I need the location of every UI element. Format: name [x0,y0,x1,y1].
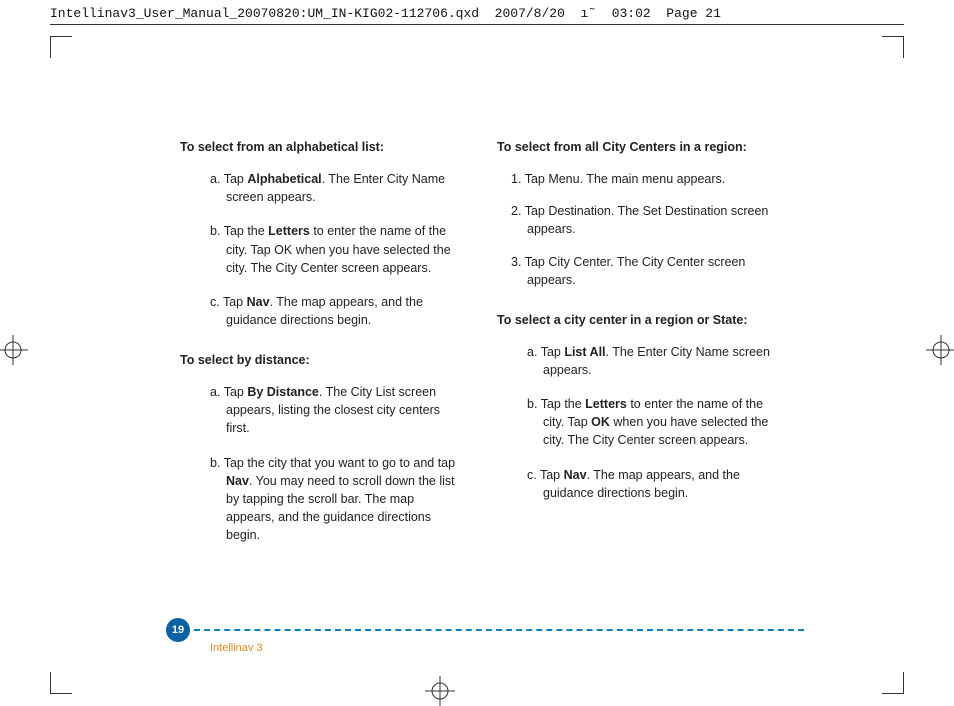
heading-region-state: To select a city center in a region or S… [497,311,774,329]
rstep-b: b. Tap the Letters to enter the name of … [527,395,774,449]
step-1: 1. Tap Menu. The main menu appears. [511,170,774,188]
page-number-badge: 19 [166,618,190,642]
left-column: To select from an alphabetical list: a. … [180,138,457,566]
region-steps: a. Tap List All. The Enter City Name scr… [497,343,774,502]
alpha-steps: a. Tap Alphabetical. The Enter City Name… [180,170,457,329]
crop-mark-top-right [882,36,904,58]
step-d-a: a. Tap By Distance. The City List screen… [210,383,457,437]
step-c: c. Tap Nav. The map appears, and the gui… [210,293,457,329]
registration-mark-right [926,335,954,365]
registration-mark-left [0,335,28,365]
page-content: To select from an alphabetical list: a. … [70,60,884,664]
print-header: Intellinav3_User_Manual_20070820:UM_IN-K… [50,6,904,21]
numbered-steps: 1. Tap Menu. The main menu appears. 2. T… [497,170,774,289]
crop-mark-bottom-left [50,672,72,694]
step-a: a. Tap Alphabetical. The Enter City Name… [210,170,457,206]
crop-mark-bottom-right [882,672,904,694]
right-column: To select from all City Centers in a reg… [497,138,774,566]
product-name: Intellinav 3 [210,642,263,654]
heading-by-distance: To select by distance: [180,351,457,369]
heading-city-centers: To select from all City Centers in a reg… [497,138,774,156]
two-column-layout: To select from an alphabetical list: a. … [70,60,884,566]
crop-mark-top-left [50,36,72,58]
step-3: 3. Tap City Center. The City Center scre… [511,253,774,289]
distance-steps: a. Tap By Distance. The City List screen… [180,383,457,544]
rstep-a: a. Tap List All. The Enter City Name scr… [527,343,774,379]
step-d-b: b. Tap the city that you want to go to a… [210,454,457,545]
step-b: b. Tap the Letters to enter the name of … [210,222,457,276]
footer-dashed-rule [194,629,804,631]
header-rule [50,24,904,25]
registration-mark-bottom [425,676,455,706]
step-2: 2. Tap Destination. The Set Destination … [511,202,774,238]
heading-alpha-list: To select from an alphabetical list: [180,138,457,156]
rstep-c: c. Tap Nav. The map appears, and the gui… [527,466,774,502]
